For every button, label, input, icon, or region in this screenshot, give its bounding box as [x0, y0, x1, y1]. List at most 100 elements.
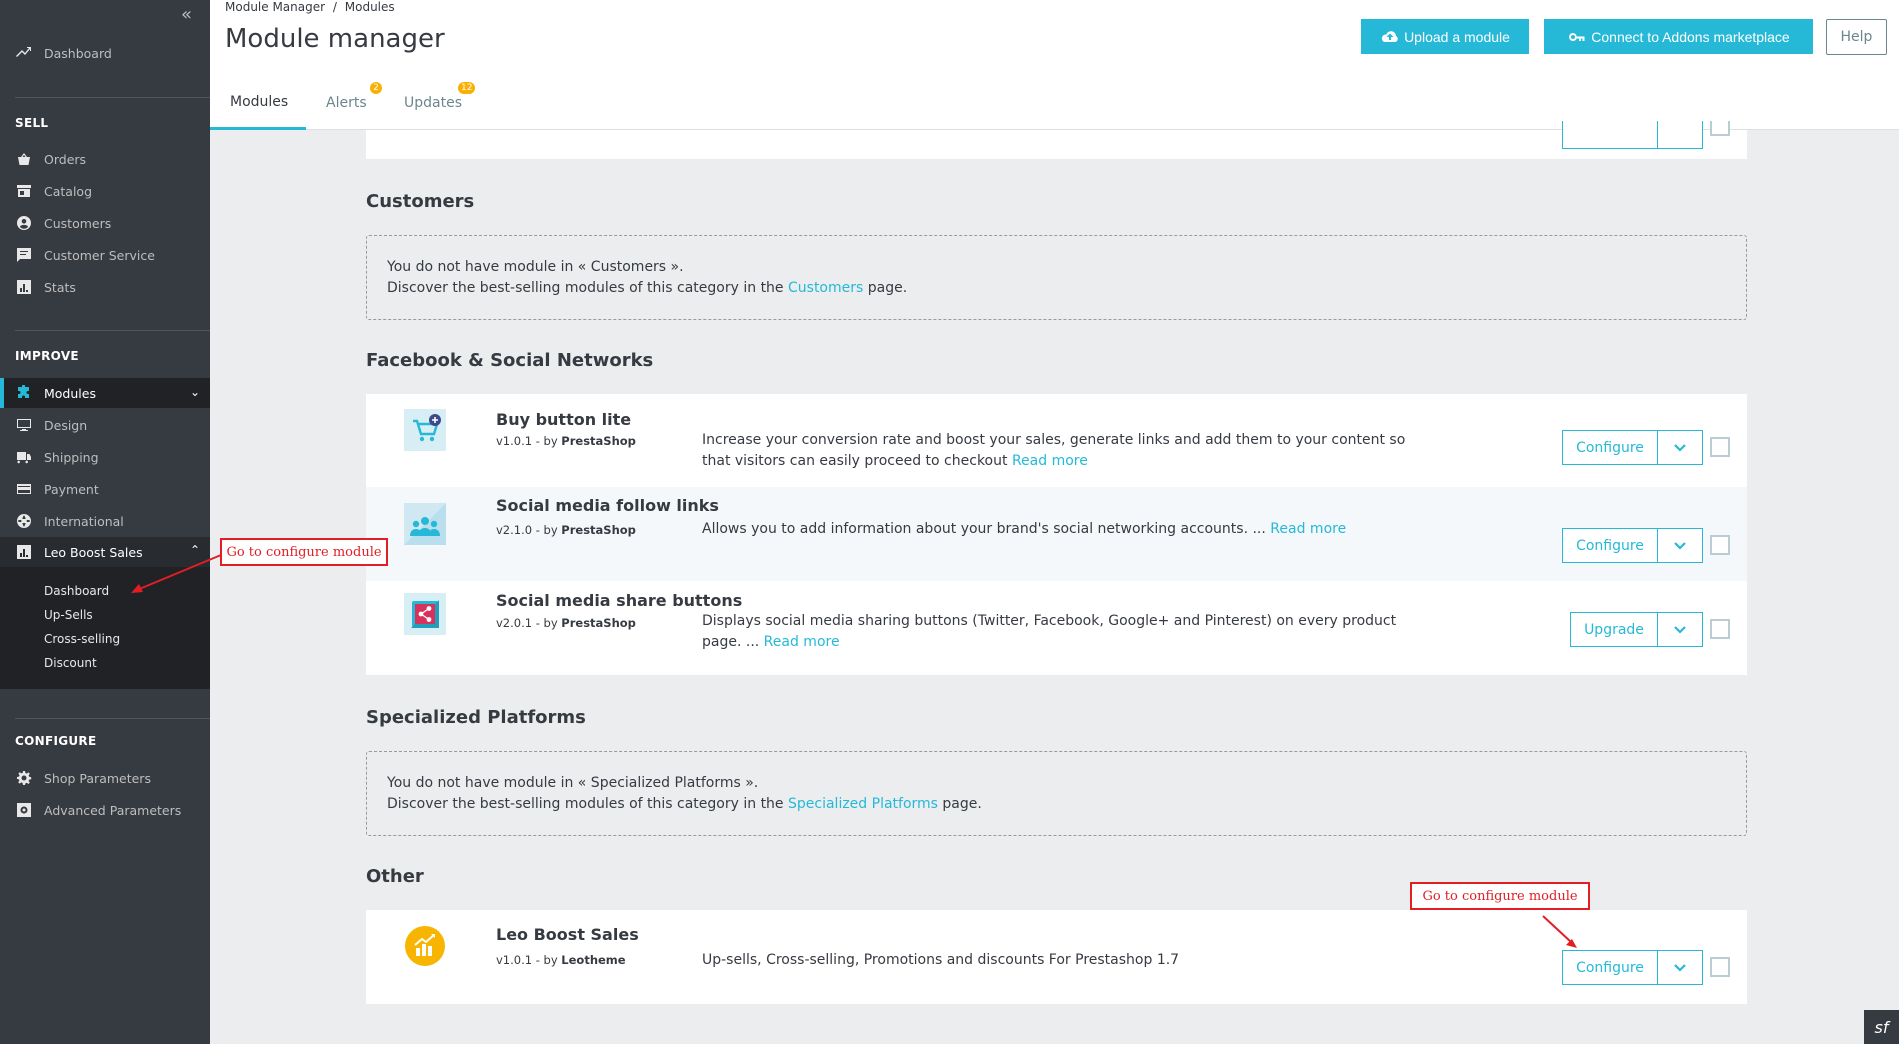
tab-label: Alerts — [326, 95, 367, 111]
read-more-link[interactable]: Read more — [1270, 521, 1346, 537]
symfony-toolbar-icon[interactable]: sf — [1864, 1010, 1899, 1044]
module-description: Increase your conversion rate and boost … — [702, 430, 1422, 472]
category-title-customers: Customers — [366, 191, 475, 212]
module-checkbox[interactable] — [1710, 121, 1730, 136]
tab-alerts[interactable]: Alerts 2 — [326, 76, 386, 130]
description-text: Allows you to add information about your… — [702, 521, 1271, 537]
chevron-down-icon[interactable] — [1657, 430, 1703, 465]
module-name: Social media follow links — [496, 496, 719, 515]
connect-addons-label: Connect to Addons marketplace — [1591, 28, 1790, 45]
sidebar-item-payment[interactable]: Payment — [0, 474, 210, 504]
sidebar-item-design[interactable]: Design — [0, 410, 210, 440]
category-link[interactable]: Specialized Platforms — [788, 796, 938, 812]
empty-category-specialized: You do not have module in « Specialized … — [366, 751, 1747, 836]
upload-module-button[interactable]: Upload a module — [1361, 19, 1529, 54]
module-checkbox[interactable] — [1710, 957, 1730, 977]
module-checkbox[interactable] — [1710, 535, 1730, 555]
version-text: v1.0.1 - by — [496, 434, 562, 448]
version-text: v2.0.1 - by — [496, 616, 562, 630]
truck-icon — [15, 449, 33, 465]
sidebar-item-label: Shipping — [44, 449, 99, 465]
module-description: Up-sells, Cross-selling, Promotions and … — [702, 952, 1180, 968]
module-name: Leo Boost Sales — [496, 925, 639, 944]
sidebar-item-label: Dashboard — [44, 45, 112, 61]
chevron-down-icon[interactable] — [1657, 528, 1703, 563]
share-icon — [404, 593, 446, 635]
submenu-item-discount[interactable]: Discount — [44, 656, 97, 670]
breadcrumb-item[interactable]: Modules — [345, 0, 395, 14]
sidebar-item-international[interactable]: International — [0, 506, 210, 536]
divider — [15, 718, 210, 719]
growth-chart-icon — [405, 926, 445, 966]
upgrade-button[interactable]: Upgrade — [1570, 612, 1658, 647]
puzzle-icon — [15, 385, 33, 401]
section-heading-configure: CONFIGURE — [15, 734, 97, 748]
breadcrumb-separator: / — [332, 0, 337, 14]
category-title-facebook: Facebook & Social Networks — [366, 350, 654, 371]
submenu-item-dashboard[interactable]: Dashboard — [44, 584, 109, 598]
sidebar-item-dashboard[interactable]: Dashboard — [0, 38, 210, 68]
action-dropdown-button[interactable] — [1657, 121, 1703, 149]
connect-addons-button[interactable]: Connect to Addons marketplace — [1544, 19, 1813, 54]
sidebar: « Dashboard SELL Orders Catalog Customer… — [0, 0, 210, 1044]
configure-button[interactable] — [1562, 121, 1658, 149]
chevron-down-icon[interactable] — [1657, 612, 1703, 647]
configure-button[interactable]: Configure — [1562, 950, 1658, 985]
desktop-icon — [15, 417, 33, 433]
sidebar-item-label: Advanced Parameters — [44, 802, 182, 818]
module-author: PrestaShop — [561, 434, 636, 448]
discover-line: Discover the best-selling modules of thi… — [387, 278, 1726, 299]
module-name: Social media share buttons — [496, 591, 743, 610]
upload-module-label: Upload a module — [1404, 28, 1510, 45]
globe-icon — [15, 513, 33, 529]
module-version: v2.1.0 - by PrestaShop — [496, 523, 636, 537]
updates-count-badge: 12 — [458, 82, 476, 94]
sidebar-item-stats[interactable]: Stats — [0, 272, 210, 302]
sidebar-item-orders[interactable]: Orders — [0, 144, 210, 174]
sidebar-item-label: Customers — [44, 215, 112, 231]
module-version: v2.0.1 - by PrestaShop — [496, 616, 636, 630]
submenu-item-cross-selling[interactable]: Cross-selling — [44, 632, 120, 646]
account-circle-icon — [15, 215, 33, 231]
category-link[interactable]: Customers — [788, 280, 863, 296]
chevron-down-icon: ⌄ — [189, 385, 200, 399]
sidebar-item-modules[interactable]: Modules ⌄ — [0, 378, 210, 408]
annotation-arrow-icon — [131, 554, 222, 593]
empty-category-customers: You do not have module in « Customers ».… — [366, 235, 1747, 320]
sidebar-item-label: Modules — [44, 385, 96, 401]
discover-suffix: page. — [937, 796, 982, 812]
help-button[interactable]: Help — [1826, 19, 1887, 55]
module-checkbox[interactable] — [1710, 619, 1730, 639]
read-more-link[interactable]: Read more — [1012, 453, 1088, 469]
module-version: v1.0.1 - by PrestaShop — [496, 434, 636, 448]
divider — [15, 97, 210, 98]
module-checkbox[interactable] — [1710, 437, 1730, 457]
chevron-down-icon[interactable] — [1657, 950, 1703, 985]
module-row: Buy button lite v1.0.1 - by PrestaShop I… — [366, 394, 1747, 487]
sidebar-item-label: Payment — [44, 481, 99, 497]
category-title-other: Other — [366, 866, 424, 887]
breadcrumb-item[interactable]: Module Manager — [225, 0, 325, 14]
module-row: Social media follow links v2.1.0 - by Pr… — [366, 487, 1747, 581]
sidebar-item-customer-service[interactable]: Customer Service — [0, 240, 210, 270]
sidebar-item-customers[interactable]: Customers — [0, 208, 210, 238]
category-title-specialized: Specialized Platforms — [366, 707, 586, 728]
submenu-item-up-sells[interactable]: Up-Sells — [44, 608, 93, 622]
sidebar-item-shipping[interactable]: Shipping — [0, 442, 210, 472]
read-more-link[interactable]: Read more — [764, 634, 840, 650]
double-chevron-left-icon[interactable]: « — [181, 4, 192, 25]
sidebar-item-catalog[interactable]: Catalog — [0, 176, 210, 206]
tab-updates[interactable]: Updates 12 — [404, 76, 484, 130]
sidebar-item-label: Catalog — [44, 183, 93, 199]
discover-line: Discover the best-selling modules of thi… — [387, 794, 1726, 815]
users-group-icon — [404, 503, 446, 545]
sidebar-item-advanced-parameters[interactable]: Advanced Parameters — [0, 795, 210, 825]
module-author: PrestaShop — [561, 523, 636, 537]
module-author: PrestaShop — [561, 616, 636, 630]
tab-modules[interactable]: Modules — [210, 76, 306, 130]
configure-button[interactable]: Configure — [1562, 528, 1658, 563]
sidebar-item-shop-parameters[interactable]: Shop Parameters — [0, 763, 210, 793]
annotation-arrow-icon — [1542, 915, 1577, 948]
module-author: Leotheme — [561, 953, 626, 967]
configure-button[interactable]: Configure — [1562, 430, 1658, 465]
